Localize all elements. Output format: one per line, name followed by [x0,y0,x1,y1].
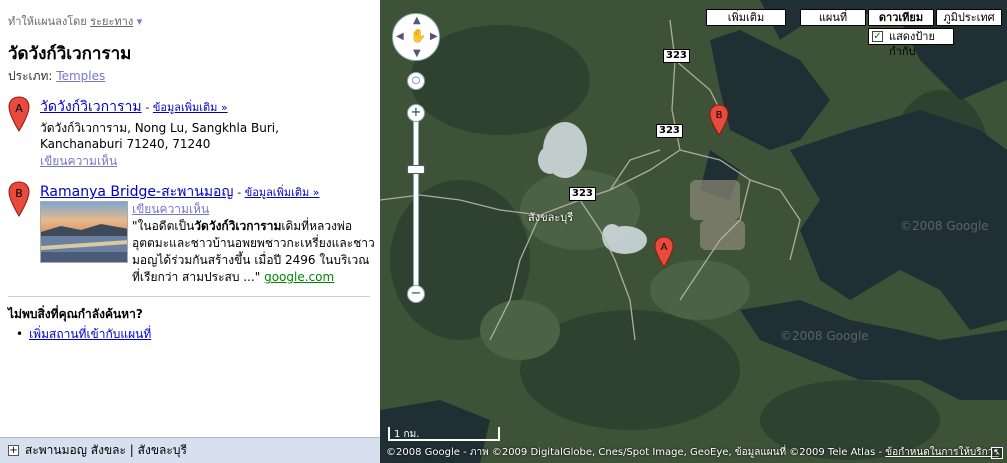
marker-a-icon[interactable]: A [8,96,30,132]
svg-text:B: B [716,110,723,121]
road-shield: 323 [656,124,683,138]
pan-control[interactable]: ▲ ▼ ◀ ▶ ✋ [392,13,440,61]
hand-icon: ✋ [410,29,427,44]
map-view[interactable]: ©2008 Google ©2008 Google เพิ่มเติม แผนท… [380,0,1007,463]
address-line-1: วัดวังก์วิเวการาม, Nong Lu, Sangkhla Bur… [40,121,279,135]
attribution-link[interactable]: ระยะทาง [90,15,133,28]
result-title: Ramanya Bridge-สะพานมอญ - ข้อมูลเพิ่มเติ… [40,184,320,200]
road-shield: 323 [569,187,596,201]
add-place-item: • เพิ่มสถานที่เข้ากับแผนที่ [16,325,151,344]
reset-view-icon[interactable]: ○ [407,72,425,90]
result-address: วัดวังก์วิเวการาม, Nong Lu, Sangkhla Bur… [40,120,279,152]
pan-left-icon[interactable]: ◀ [396,31,404,42]
satellite-imagery: ©2008 Google ©2008 Google [380,0,1007,463]
write-review-link[interactable]: เขียนความเห็น [132,201,376,218]
map-type-satellite-button[interactable]: ดาวเทียม [868,9,934,26]
result-name-link[interactable]: Ramanya Bridge-สะพานมอญ [40,184,233,200]
zoom-out-icon[interactable]: − [407,285,425,303]
page-title: วัดวังก์วิเวการาม [8,44,132,64]
place-photo-thumbnail[interactable] [40,201,128,263]
bullet-icon: • [16,327,24,341]
resize-icon[interactable]: ↖ [991,447,1003,459]
map-pin-b-icon[interactable]: B [709,104,729,136]
result-name-link[interactable]: วัดวังก์วิเวการาม [40,99,142,115]
checkbox-checked-icon[interactable]: ✓ [872,31,883,42]
snippet-highlight: วัดวังก์วิเวการาม [194,219,282,233]
category-link[interactable]: Temples [56,69,105,83]
footer-bar: + สะพานมอญ สังขละ | สังขละบุรี [0,437,380,463]
more-button[interactable]: เพิ่มเติม [706,9,786,26]
footer-text: สะพานมอญ สังขละ | สังขละบุรี [25,443,187,457]
not-found-heading: ไม่พบสิ่งที่คุณกำลังค้นหา? [8,307,143,321]
scale-bar: 1 กม. [388,427,500,441]
chevron-down-icon[interactable]: ▾ [137,15,143,28]
address-line-2: Kanchanaburi 71240, 71240 [40,137,211,151]
more-info-link[interactable]: ข้อมูลเพิ่มเติม » [245,186,320,199]
divider [8,296,370,297]
category-label: ประเภท: [8,69,53,83]
result-item-b: B Ramanya Bridge-สะพานมอญ - ข้อมูลเพิ่มเ… [8,181,378,287]
more-info-link[interactable]: ข้อมูลเพิ่มเติม » [153,101,228,114]
svg-text:B: B [15,187,23,200]
copyright-label: ©2008 Google - ภาพ ©2009 DigitalGlobe, C… [386,447,883,458]
copyright-text: ©2008 Google - ภาพ ©2009 DigitalGlobe, C… [386,445,999,460]
town-label: สังขละบุรี [528,211,574,224]
result-item-a: A วัดวังก์วิเวการาม - ข้อมูลเพิ่มเติม » … [8,96,378,176]
svg-text:©2008 Google: ©2008 Google [900,219,989,233]
map-type-map-button[interactable]: แผนที่ [800,9,866,26]
show-labels-toggle[interactable]: ✓ แสดงป้ายกำกับ [868,28,954,58]
attribution-text: ทำให้แผนลงโดย [8,15,87,28]
expand-icon[interactable]: + [8,445,19,456]
pan-up-icon[interactable]: ▲ [413,15,421,26]
svg-text:A: A [15,102,23,115]
zoom-in-icon[interactable]: + [407,104,425,122]
svg-text:©2008 Google: ©2008 Google [780,329,869,343]
map-pin-a-icon[interactable]: A [654,236,674,268]
zoom-slider-track[interactable] [413,112,419,292]
attribution: ทำให้แผนลงโดย ระยะทาง ▾ [8,12,142,30]
category-line: ประเภท: Temples [8,67,105,86]
add-place-link[interactable]: เพิ่มสถานที่เข้ากับแผนที่ [29,327,151,341]
map-type-terrain-button[interactable]: ภูมิประเทศ [936,9,1002,26]
zoom-slider-thumb[interactable] [407,165,425,174]
result-title: วัดวังก์วิเวการาม - ข้อมูลเพิ่มเติม » [40,99,228,115]
svg-text:A: A [661,242,668,253]
snippet-source-link[interactable]: google.com [264,270,334,284]
write-review-link[interactable]: เขียนความเห็น [40,152,117,171]
marker-b-icon[interactable]: B [8,181,30,217]
snippet-text: "ในอดีตเป็น [132,219,195,233]
road-shield: 323 [663,49,690,63]
terms-link[interactable]: ข้อกำหนดในการให้บริการ [885,447,998,458]
results-panel: ทำให้แผนลงโดย ระยะทาง ▾ วัดวังก์วิเวการา… [0,0,380,463]
review-snippet: เขียนความเห็น "ในอดีตเป็นวัดวังก์วิเวการ… [132,201,376,286]
pan-right-icon[interactable]: ▶ [430,31,438,42]
pan-down-icon[interactable]: ▼ [413,48,421,59]
